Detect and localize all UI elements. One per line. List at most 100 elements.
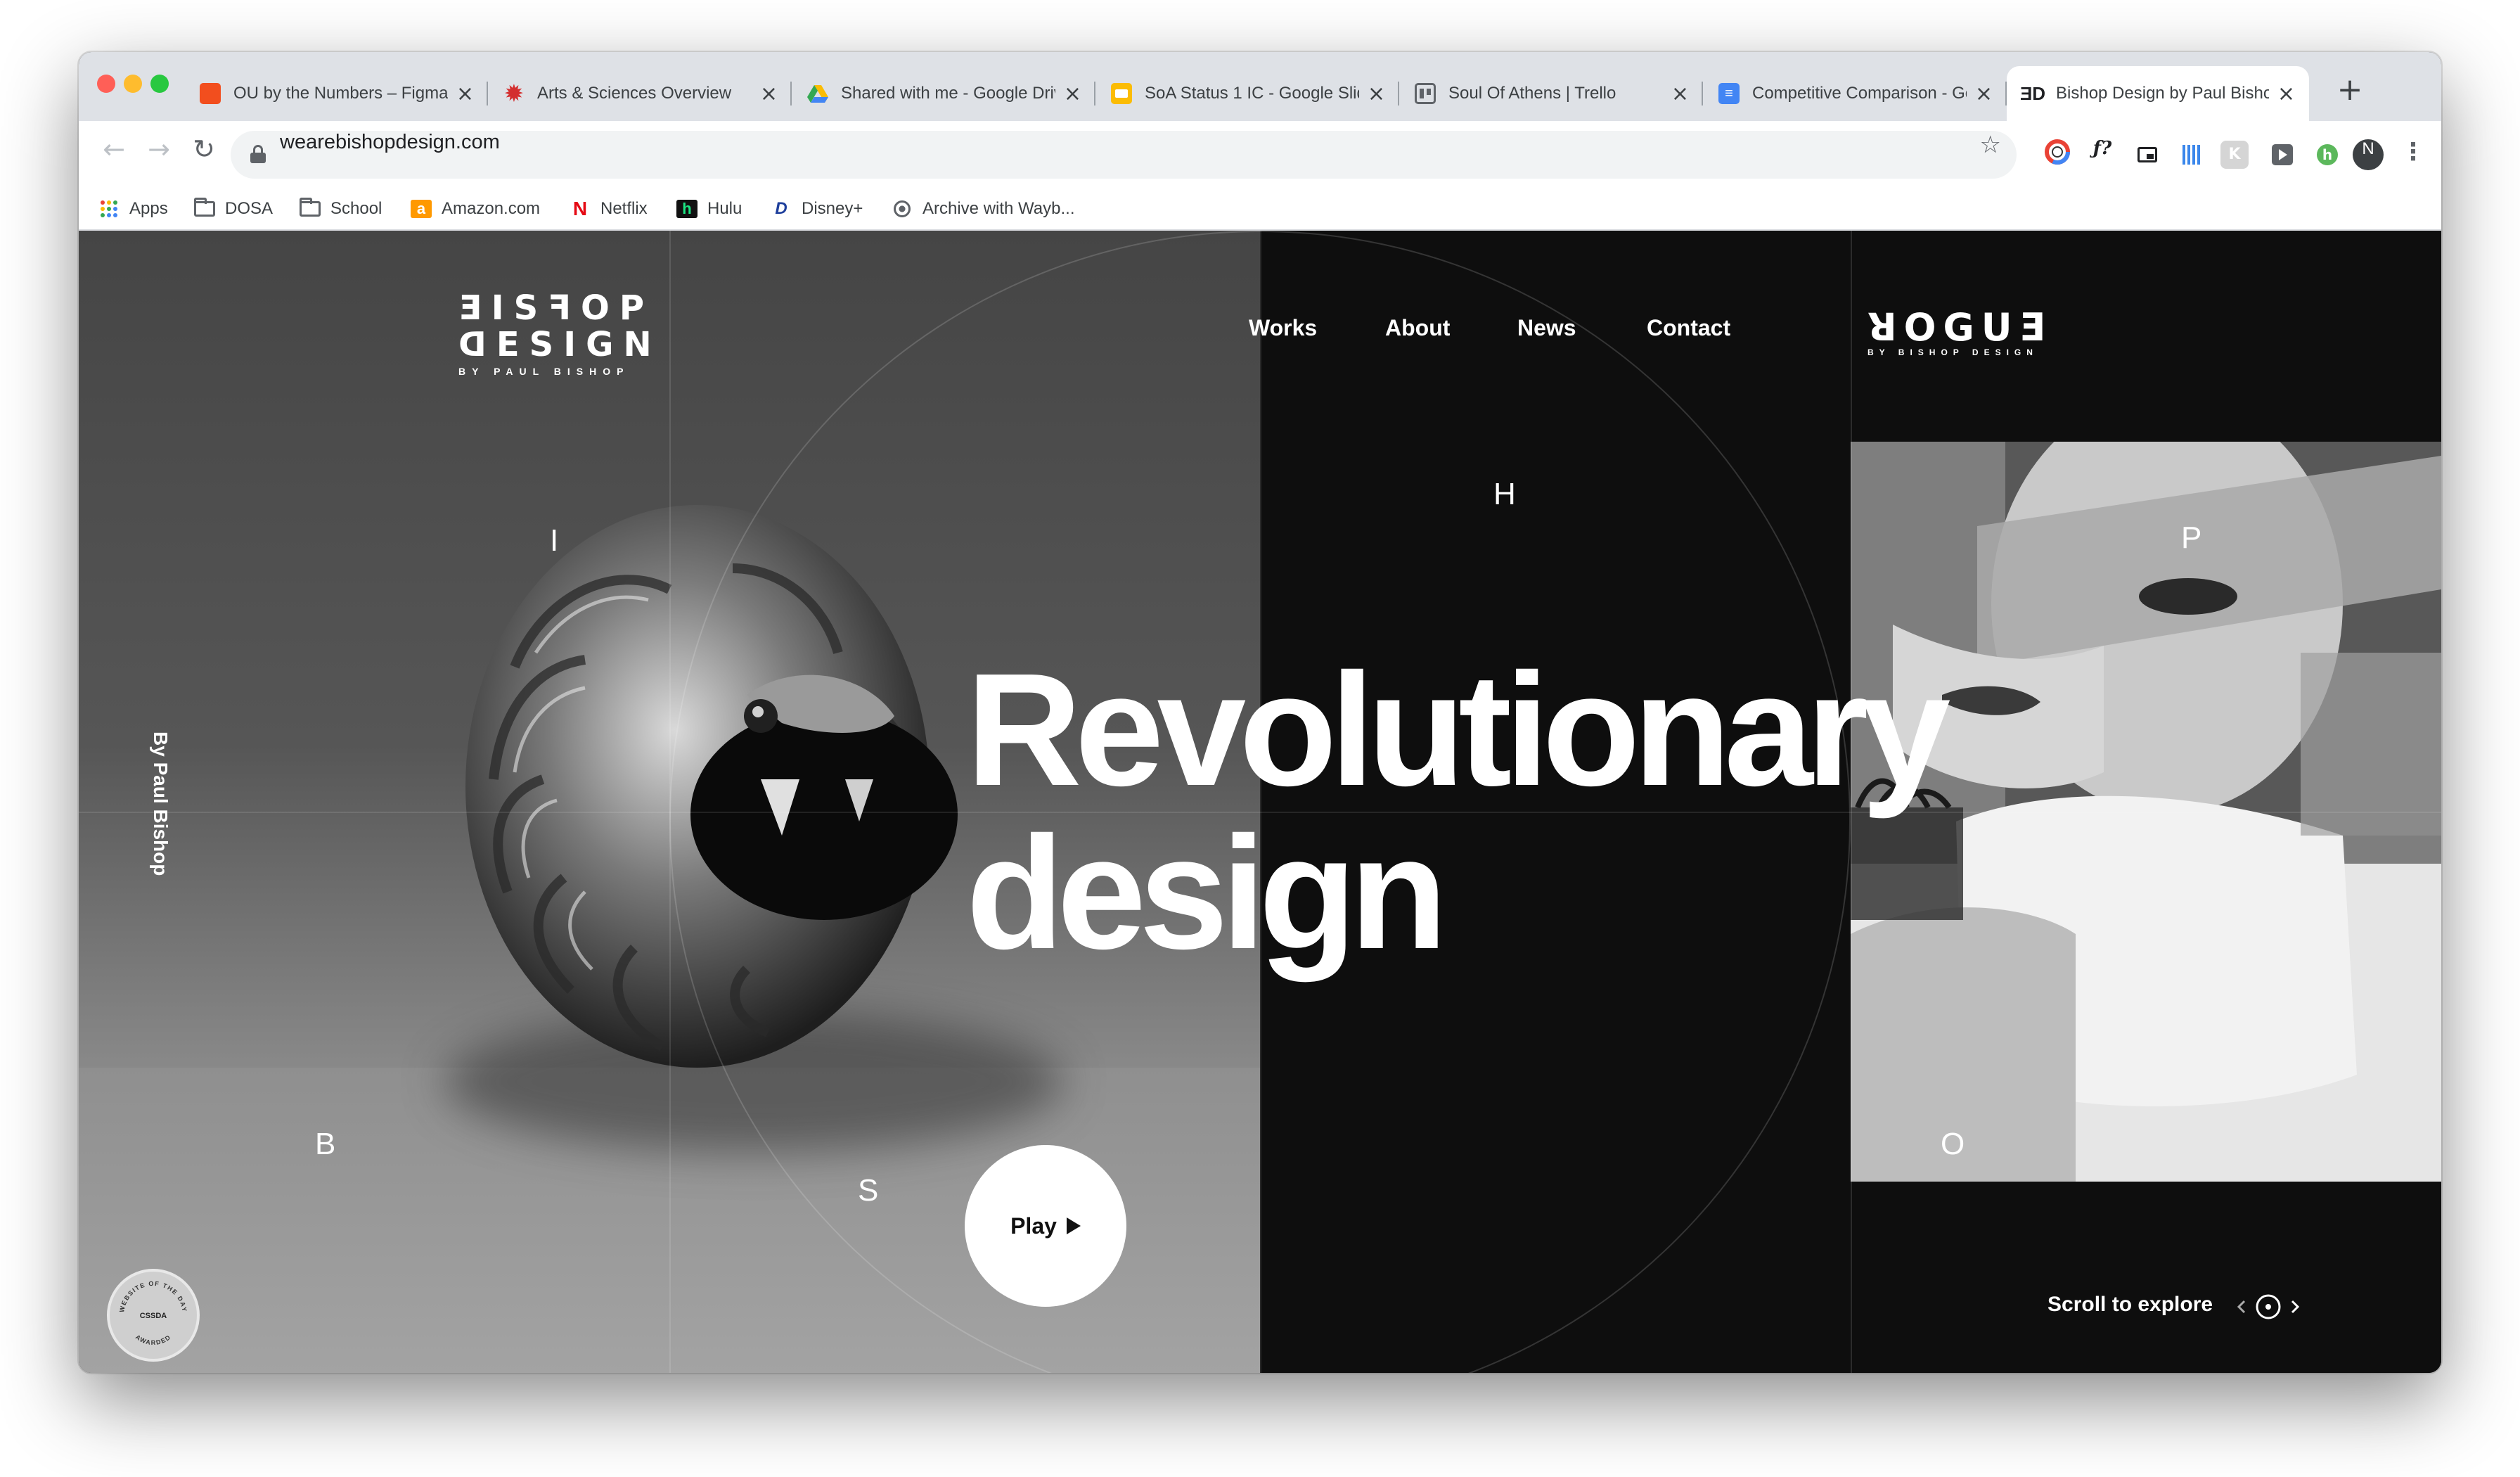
folder-icon [300, 198, 321, 218]
bishop-design-page: ƎISꟻOP ᗡESIGN BY PAUL BISHOP Works About… [79, 231, 2441, 1373]
lock-icon [250, 145, 266, 163]
minimize-window-button[interactable] [124, 75, 142, 93]
bookmark-label: DOSA [225, 199, 274, 218]
logo-line-2: ᗡESIGN [458, 325, 662, 364]
reload-button[interactable]: ↻ [183, 134, 225, 176]
tab-title: Competitive Comparison - Google Docs [1752, 84, 1967, 103]
bookmarks-bar: Apps DOSA School a Amazon.com N Netflix … [79, 188, 2441, 231]
bishop-design-logo[interactable]: ƎISꟻOP ᗡESIGN BY PAUL BISHOP [458, 290, 662, 377]
close-tab-icon[interactable]: × [760, 82, 778, 106]
font-identifier-icon[interactable]: ƒ? [2085, 138, 2119, 172]
bookmark-apps[interactable]: Apps [98, 188, 168, 229]
tab-strip: OU by the Numbers – Figma × ✹ Arts & Sci… [79, 52, 2441, 121]
color-picker-icon[interactable] [2040, 138, 2074, 172]
close-tab-icon[interactable]: × [1368, 82, 1385, 106]
bookmark-dosa[interactable]: DOSA [194, 188, 273, 229]
by-paul-bishop-label: By Paul Bishop [150, 731, 172, 876]
bookmark-star-icon[interactable]: ☆ [1980, 131, 2001, 179]
close-tab-icon[interactable]: × [1975, 82, 1993, 106]
nav-contact[interactable]: Contact [1647, 315, 1730, 341]
tab-ou-by-the-numbers[interactable]: OU by the Numbers – Figma × [184, 66, 488, 121]
scroll-to-explore-label: Scroll to explore [2048, 1293, 2213, 1316]
qr-code-icon[interactable] [2175, 138, 2209, 172]
nav-about[interactable]: About [1385, 315, 1450, 341]
floating-letter-b: B [315, 1127, 336, 1161]
bookmark-hulu[interactable]: h Hulu [676, 188, 742, 229]
bookmark-label: Hulu [707, 199, 742, 218]
nav-news[interactable]: News [1517, 315, 1576, 341]
browser-toolbar: ← → ↻ wearebishopdesign.com ☆ ƒ? K h N ⋮ [79, 121, 2441, 188]
bookmark-label: Disney+ [802, 199, 863, 218]
chevron-right-icon [2291, 1300, 2300, 1314]
tab-title: Arts & Sciences Overview [537, 84, 732, 103]
hero-headline: Revolutionary design [966, 648, 1950, 975]
play-icon [1066, 1217, 1081, 1234]
tab-title: Soul Of Athens | Trello [1448, 84, 1616, 103]
svg-text:AWARDED: AWARDED [134, 1334, 172, 1346]
picture-in-picture-icon[interactable] [2130, 138, 2164, 172]
netflix-icon: N [572, 198, 588, 219]
bookmark-label: Apps [129, 199, 168, 218]
tab-arts-sciences-overview[interactable]: ✹ Arts & Sciences Overview × [488, 66, 792, 121]
tab-title: SoA Status 1 IC - Google Slides [1145, 84, 1359, 103]
bookmark-amazon[interactable]: a Amazon.com [411, 188, 540, 229]
tab-bishop-design[interactable]: ƎD Bishop Design by Paul Bishop × [2007, 66, 2309, 121]
bishop-design-icon: ƎD [2019, 82, 2046, 104]
badge-bottom-text: AWARDED [134, 1334, 172, 1346]
tab-soa-status[interactable]: SoA Status 1 IC - Google Slides × [1095, 66, 1399, 121]
close-tab-icon[interactable]: × [1671, 82, 1689, 106]
badge-top-text: WEBSITE OF THE DAY [118, 1280, 187, 1313]
close-window-button[interactable] [97, 75, 115, 93]
desktop-background: OU by the Numbers – Figma × ✹ Arts & Sci… [0, 0, 2520, 1477]
tab-soul-of-athens-trello[interactable]: Soul Of Athens | Trello × [1399, 66, 1703, 121]
bookmark-school[interactable]: School [300, 188, 382, 229]
nav-works[interactable]: Works [1249, 315, 1317, 341]
tab-title: Shared with me - Google Drive [841, 84, 1055, 103]
rogue-wordmark: ꓤOGUƎ [1868, 305, 2052, 350]
close-tab-icon[interactable]: × [2277, 82, 2295, 106]
address-bar[interactable]: wearebishopdesign.com ☆ [231, 131, 2017, 179]
cssda-award-badge[interactable]: WEBSITE OF THE DAY CSSDA AWARDED [107, 1269, 200, 1362]
asterisk-icon: ✹ [505, 82, 523, 106]
play-extension-icon[interactable] [2265, 138, 2299, 172]
bookmark-label: Netflix [600, 199, 648, 218]
play-label: Play [1010, 1213, 1057, 1239]
google-drive-icon [807, 83, 828, 104]
profile-avatar[interactable]: N [2353, 139, 2384, 170]
forward-button[interactable]: → [138, 134, 180, 176]
close-tab-icon[interactable]: × [456, 82, 474, 106]
wayback-icon [892, 200, 913, 218]
back-button[interactable]: ← [93, 134, 135, 176]
badge-center-text: CSSDA [140, 1312, 167, 1320]
scroll-control[interactable] [2233, 1291, 2318, 1322]
figma-icon [200, 83, 221, 104]
tab-title: OU by the Numbers – Figma [233, 84, 448, 103]
bookmark-archive-wayback[interactable]: Archive with Wayb... [892, 188, 1075, 229]
logo-tagline: BY PAUL BISHOP [458, 366, 630, 377]
rogue-logo[interactable]: ꓤOGUƎ BY BISHOP DESIGN [1868, 305, 2052, 358]
url-text[interactable]: wearebishopdesign.com [280, 131, 500, 179]
tab-competitive-comparison[interactable]: ≡ Competitive Comparison - Google Docs × [1703, 66, 2007, 121]
bookmark-netflix[interactable]: N Netflix [570, 188, 648, 229]
apps-grid-icon [98, 200, 120, 218]
floating-letter-s: S [858, 1173, 879, 1208]
google-slides-icon [1111, 83, 1132, 104]
bookmark-disney-plus[interactable]: D Disney+ [771, 188, 863, 229]
hunter-icon[interactable]: h [2310, 138, 2344, 172]
zoom-window-button[interactable] [150, 75, 169, 93]
folder-icon [194, 198, 215, 218]
bookmark-label: School [330, 199, 382, 218]
floating-letter-p: P [2181, 520, 2202, 555]
bookmark-label: Amazon.com [442, 199, 541, 218]
rogue-tagline: BY BISHOP DESIGN [1868, 347, 2038, 357]
close-tab-icon[interactable]: × [1064, 82, 1081, 106]
tab-title: Bishop Design by Paul Bishop [2056, 84, 2269, 103]
browser-menu-icon[interactable]: ⋮ [2399, 138, 2427, 172]
new-tab-button[interactable]: + [2329, 69, 2371, 111]
tab-shared-with-me[interactable]: Shared with me - Google Drive × [792, 66, 1095, 121]
floating-letter-h: H [1493, 477, 1516, 511]
logo-line-1: ƎISꟻOP [458, 288, 654, 328]
keyboard-icon[interactable]: K [2220, 141, 2249, 169]
amazon-icon: a [411, 200, 432, 218]
play-button[interactable]: Play [965, 1145, 1126, 1307]
